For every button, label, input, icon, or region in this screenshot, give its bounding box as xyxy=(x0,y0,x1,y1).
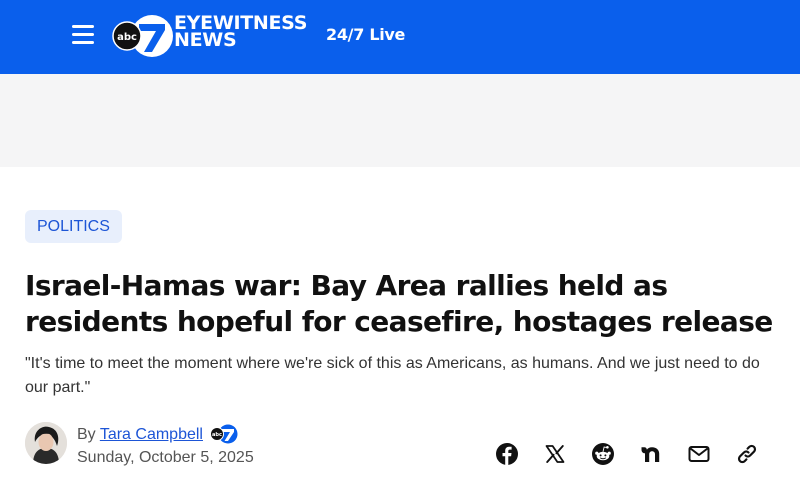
hamburger-menu-icon[interactable] xyxy=(72,25,96,45)
link-icon[interactable] xyxy=(735,442,759,466)
site-header: abc EYEWITNESS NEWS 24/7 Live xyxy=(0,0,800,74)
facebook-icon[interactable] xyxy=(495,442,519,466)
abc7-logo-mark: abc xyxy=(112,15,173,57)
logo-wordmark: EYEWITNESS NEWS xyxy=(174,14,307,51)
author-link[interactable]: Tara Campbell xyxy=(100,426,203,443)
avatar-portrait xyxy=(25,422,67,464)
email-icon[interactable] xyxy=(687,442,711,466)
category-tag[interactable]: POLITICS xyxy=(25,210,122,243)
live-stream-link[interactable]: 24/7 Live xyxy=(326,25,405,44)
logo-line-2: NEWS xyxy=(174,29,237,51)
publish-date: Sunday, October 5, 2025 xyxy=(77,449,254,466)
ad-placeholder xyxy=(0,74,800,167)
logo-abc-text: abc xyxy=(117,32,137,43)
station-abc-text: abc xyxy=(212,432,222,438)
nextdoor-icon[interactable] xyxy=(639,442,663,466)
byline-prefix: By xyxy=(77,426,96,443)
abc7-logo[interactable]: abc EYEWITNESS NEWS xyxy=(112,12,312,60)
reddit-icon[interactable] xyxy=(591,442,615,466)
abc7-station-icon: abc xyxy=(210,424,238,444)
x-icon[interactable] xyxy=(543,442,567,466)
author-avatar[interactable] xyxy=(25,422,67,464)
article-headline: Israel-Hamas war: Bay Area rallies held … xyxy=(25,269,773,338)
article-dek: "It's time to meet the moment where we'r… xyxy=(25,355,760,396)
byline: By Tara Campbell abc xyxy=(77,424,239,445)
